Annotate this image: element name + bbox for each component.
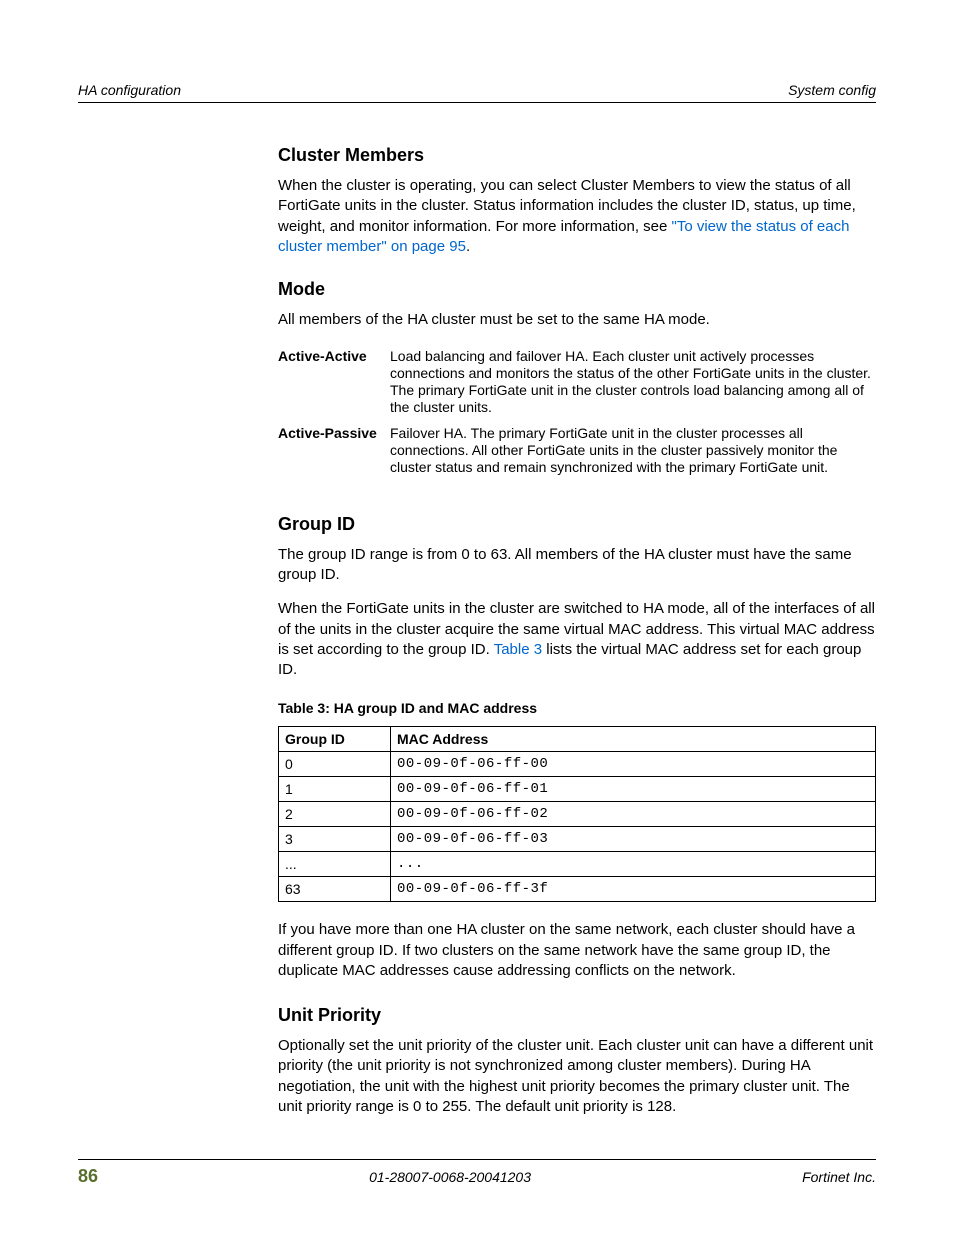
page-footer: 86 01-28007-0068-20041203 Fortinet Inc. bbox=[78, 1159, 876, 1187]
column-header: MAC Address bbox=[391, 727, 876, 752]
heading-group-id: Group ID bbox=[278, 514, 876, 535]
running-head-right: System config bbox=[788, 82, 876, 98]
cell-group-id: 0 bbox=[279, 752, 391, 777]
table-row: ... ... bbox=[279, 852, 876, 877]
table-row: 1 00-09-0f-06-ff-01 bbox=[279, 777, 876, 802]
paragraph: When the FortiGate units in the cluster … bbox=[278, 599, 876, 680]
mac-address-table: Group ID MAC Address 0 00-09-0f-06-ff-00… bbox=[278, 726, 876, 902]
definition-row: Active-Active Load balancing and failove… bbox=[278, 344, 876, 420]
heading-unit-priority: Unit Priority bbox=[278, 1005, 876, 1026]
description: Load balancing and failover HA. Each clu… bbox=[390, 344, 876, 420]
paragraph: All members of the HA cluster must be se… bbox=[278, 310, 876, 330]
term: Active-Active bbox=[278, 344, 390, 420]
content-column: Cluster Members When the cluster is oper… bbox=[278, 145, 876, 1117]
cell-mac: 00-09-0f-06-ff-01 bbox=[391, 777, 876, 802]
link-table-3[interactable]: Table 3 bbox=[494, 641, 542, 658]
cell-group-id: 1 bbox=[279, 777, 391, 802]
heading-mode: Mode bbox=[278, 279, 876, 300]
brand-name: Fortinet Inc. bbox=[802, 1169, 876, 1185]
table-row: 2 00-09-0f-06-ff-02 bbox=[279, 802, 876, 827]
paragraph: The group ID range is from 0 to 63. All … bbox=[278, 545, 876, 586]
page-body: HA configuration System config Cluster M… bbox=[78, 82, 876, 1131]
term: Active-Passive bbox=[278, 421, 390, 480]
mode-definition-list: Active-Active Load balancing and failove… bbox=[278, 344, 876, 480]
table-row: 3 00-09-0f-06-ff-03 bbox=[279, 827, 876, 852]
cell-group-id: ... bbox=[279, 852, 391, 877]
table-caption: Table 3: HA group ID and MAC address bbox=[278, 700, 876, 716]
cell-mac: 00-09-0f-06-ff-02 bbox=[391, 802, 876, 827]
running-head-left: HA configuration bbox=[78, 82, 181, 98]
heading-cluster-members: Cluster Members bbox=[278, 145, 876, 166]
definition-row: Active-Passive Failover HA. The primary … bbox=[278, 421, 876, 480]
column-header: Group ID bbox=[279, 727, 391, 752]
table-row: 63 00-09-0f-06-ff-3f bbox=[279, 877, 876, 902]
paragraph: When the cluster is operating, you can s… bbox=[278, 176, 876, 257]
cell-mac: ... bbox=[391, 852, 876, 877]
paragraph: If you have more than one HA cluster on … bbox=[278, 920, 876, 981]
cell-group-id: 3 bbox=[279, 827, 391, 852]
document-id: 01-28007-0068-20041203 bbox=[369, 1169, 531, 1185]
cell-mac: 00-09-0f-06-ff-3f bbox=[391, 877, 876, 902]
cell-group-id: 63 bbox=[279, 877, 391, 902]
table-row: 0 00-09-0f-06-ff-00 bbox=[279, 752, 876, 777]
running-head: HA configuration System config bbox=[78, 82, 876, 103]
cell-mac: 00-09-0f-06-ff-00 bbox=[391, 752, 876, 777]
cell-group-id: 2 bbox=[279, 802, 391, 827]
page-number: 86 bbox=[78, 1166, 98, 1187]
description: Failover HA. The primary FortiGate unit … bbox=[390, 421, 876, 480]
cell-mac: 00-09-0f-06-ff-03 bbox=[391, 827, 876, 852]
table-header-row: Group ID MAC Address bbox=[279, 727, 876, 752]
paragraph: Optionally set the unit priority of the … bbox=[278, 1036, 876, 1117]
text: . bbox=[466, 238, 470, 255]
